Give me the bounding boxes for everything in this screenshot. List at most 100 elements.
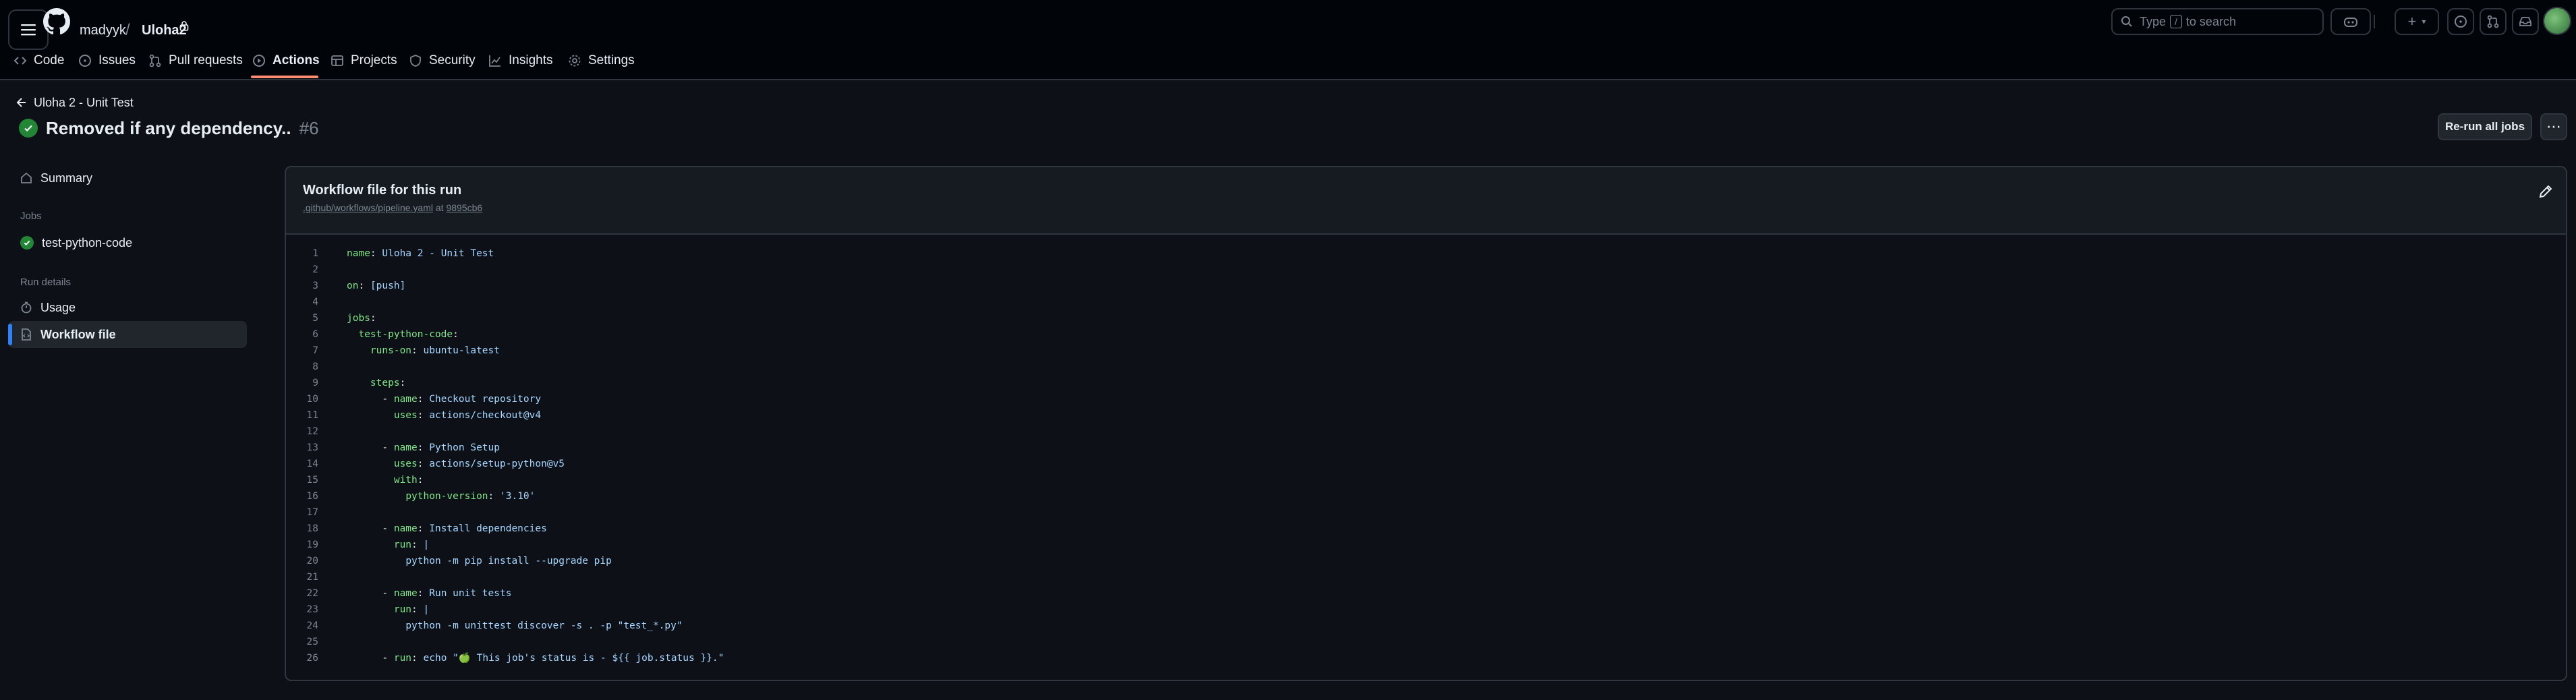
code-text: on: [push]	[347, 281, 406, 291]
code-line: 4	[290, 294, 2556, 310]
run-number: #6	[299, 117, 319, 138]
tab-security-label: Security	[429, 53, 476, 67]
workflow-name: Uloha 2 - Unit Test	[34, 95, 134, 109]
github-logo-icon[interactable]	[43, 8, 70, 35]
tab-actions[interactable]: Actions	[252, 46, 320, 76]
search-placeholder-suffix: to search	[2185, 14, 2236, 28]
inbox-button[interactable]	[2512, 8, 2539, 35]
code-line: 19 run: |	[290, 537, 2556, 553]
tab-pull-requests[interactable]: Pull requests	[148, 46, 243, 76]
tab-pull-requests-label: Pull requests	[169, 53, 243, 67]
run-details-heading: Run details	[20, 276, 71, 288]
shield-icon	[410, 55, 421, 67]
line-number: 3	[312, 281, 318, 291]
tab-insights-label: Insights	[509, 53, 553, 67]
pencil-icon[interactable]	[2538, 183, 2554, 200]
issues-button[interactable]	[2447, 8, 2474, 35]
sidebar-item-usage[interactable]: Usage	[8, 294, 247, 321]
more-options-button[interactable]: ⋯	[2540, 113, 2567, 140]
line-number: 8	[312, 361, 318, 372]
sidebar-item-job-label: test-python-code	[42, 235, 133, 250]
code-text: test-python-code:	[358, 329, 459, 340]
rerun-all-jobs-button[interactable]: Re-run all jobs	[2438, 113, 2532, 140]
code-line: 20 python -m pip install --upgrade pip	[290, 553, 2556, 569]
line-number: 2	[312, 264, 318, 275]
play-icon	[253, 55, 265, 67]
gear-icon	[569, 55, 581, 67]
copilot-button[interactable]	[2330, 8, 2371, 35]
code-text: python-version: '3.10'	[405, 491, 536, 502]
line-number: 24	[306, 620, 318, 631]
hamburger-icon	[21, 24, 36, 36]
code-line: 16 python-version: '3.10'	[290, 488, 2556, 504]
tab-insights[interactable]: Insights	[488, 46, 552, 76]
code-line: 24 python -m unittest discover -s . -p "…	[290, 618, 2556, 634]
code-line: 13 - name: Python Setup	[290, 440, 2556, 456]
menu-button[interactable]	[8, 9, 49, 50]
line-number: 9	[312, 378, 318, 388]
tab-issues[interactable]: Issues	[78, 46, 136, 76]
code-text: run: |	[393, 539, 430, 550]
code-line: 10 - name: Checkout repository	[290, 391, 2556, 407]
line-number: 1	[312, 248, 318, 259]
code-line: 9 steps:	[290, 375, 2556, 391]
tab-projects[interactable]: Projects	[331, 46, 397, 76]
plus-icon: +	[2407, 13, 2417, 30]
sidebar-item-summary[interactable]: Summary	[8, 165, 247, 192]
workflow-file-path-link[interactable]: .github/workflows/pipeline.yaml	[303, 202, 433, 213]
breadcrumb-owner[interactable]: madyyk	[80, 13, 126, 47]
line-number: 25	[306, 637, 318, 647]
line-number: 17	[306, 507, 318, 518]
tab-settings-label: Settings	[588, 53, 635, 67]
code-text: runs-on: ubuntu-latest	[370, 345, 500, 356]
code-text: - name: Python Setup	[347, 442, 500, 453]
line-number: 16	[306, 491, 318, 502]
search-input[interactable]: Type / to search	[2111, 8, 2324, 35]
line-number: 19	[306, 539, 318, 550]
commit-sha-link[interactable]: 9895cb6	[446, 202, 482, 213]
code-line: 22 - name: Run unit tests	[290, 585, 2556, 602]
home-icon	[21, 172, 32, 183]
line-number: 7	[312, 345, 318, 356]
back-to-workflow-link[interactable]: Uloha 2 - Unit Test	[16, 92, 134, 113]
create-new-button[interactable]: + ▾	[2395, 8, 2439, 35]
line-number: 23	[306, 604, 318, 615]
code-line: 14 uses: actions/setup-python@v5	[290, 456, 2556, 472]
tab-security[interactable]: Security	[409, 46, 476, 76]
avatar[interactable]	[2543, 7, 2571, 35]
code-text: with:	[393, 475, 424, 486]
sidebar-item-summary-label: Summary	[40, 171, 93, 185]
code-line: 21	[290, 569, 2556, 585]
sidebar-item-workflow-file-label: Workflow file	[40, 327, 116, 341]
panel-header	[286, 167, 2566, 235]
code-text: python -m pip install --upgrade pip	[405, 556, 612, 566]
line-number: 20	[306, 556, 318, 566]
tab-code[interactable]: Code	[13, 46, 64, 76]
tab-code-label: Code	[34, 53, 65, 67]
line-number: 10	[306, 394, 318, 405]
tab-settings[interactable]: Settings	[568, 46, 635, 76]
search-placeholder-prefix: Type	[2140, 14, 2167, 28]
code-line: 8	[290, 359, 2556, 375]
code-text: run: |	[393, 604, 430, 615]
code-text: jobs:	[347, 313, 376, 324]
code-line: 17	[290, 504, 2556, 521]
line-number: 18	[306, 523, 318, 534]
code-icon	[13, 57, 27, 65]
code-text: uses: actions/checkout@v4	[393, 410, 542, 421]
sidebar-item-job[interactable]: test-python-code	[8, 229, 247, 256]
line-number: 4	[312, 297, 318, 308]
sidebar-item-workflow-file[interactable]: Workflow file	[8, 321, 247, 348]
stopwatch-icon	[21, 301, 32, 314]
kebab-horizontal-icon: ⋯	[2546, 118, 2561, 135]
pull-requests-button[interactable]	[2480, 8, 2507, 35]
code-line: 18 - name: Install dependencies	[290, 521, 2556, 537]
header-divider	[2374, 15, 2375, 28]
breadcrumb-separator: /	[125, 21, 130, 39]
code-line: 26 - run: echo "🍏 This job's status is -…	[290, 650, 2556, 666]
inbox-icon	[2519, 17, 2531, 26]
run-title: Removed if any dependency..	[46, 117, 291, 138]
